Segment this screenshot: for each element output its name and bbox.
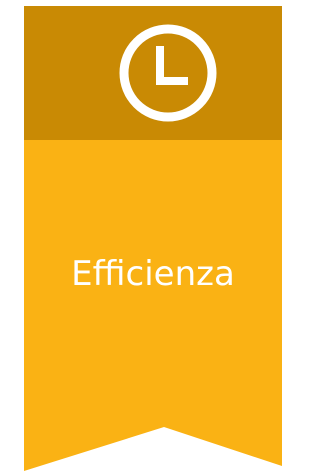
clock-icon — [119, 24, 217, 122]
efficiency-banner: Efficienza — [0, 0, 282, 473]
banner-body — [24, 140, 282, 471]
banner-label: Efficienza — [71, 254, 235, 294]
